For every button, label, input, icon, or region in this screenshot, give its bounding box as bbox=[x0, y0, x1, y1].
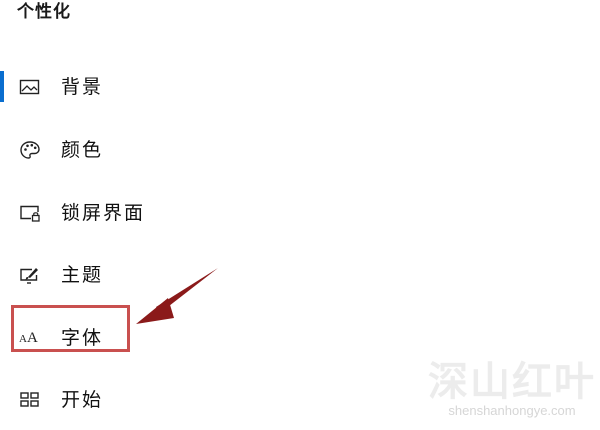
nav-item-lock-screen[interactable]: 锁屏界面 bbox=[0, 193, 300, 233]
start-grid-icon bbox=[19, 390, 41, 410]
nav-item-label: 背景 bbox=[61, 76, 104, 98]
annotation-highlight-box bbox=[11, 305, 130, 352]
nav-item-background[interactable]: 背景 bbox=[0, 67, 300, 107]
nav-item-label: 颜色 bbox=[61, 139, 104, 161]
nav-item-label: 开始 bbox=[61, 389, 104, 411]
lock-screen-icon bbox=[19, 203, 41, 223]
watermark: 深山红叶 shenshanhongye.com bbox=[428, 360, 596, 418]
annotation-arrow-icon bbox=[136, 268, 218, 324]
nav-item-start[interactable]: 开始 bbox=[0, 380, 300, 420]
picture-icon bbox=[19, 77, 41, 97]
palette-icon bbox=[19, 140, 41, 160]
watermark-url: shenshanhongye.com bbox=[448, 403, 576, 418]
watermark-text: 深山红叶 bbox=[428, 359, 596, 405]
theme-brush-icon bbox=[19, 265, 41, 285]
nav-item-label: 主题 bbox=[61, 264, 104, 286]
nav-item-color[interactable]: 颜色 bbox=[0, 130, 300, 170]
nav-item-label: 锁屏界面 bbox=[61, 202, 146, 224]
page-title: 个性化 bbox=[17, 2, 71, 22]
